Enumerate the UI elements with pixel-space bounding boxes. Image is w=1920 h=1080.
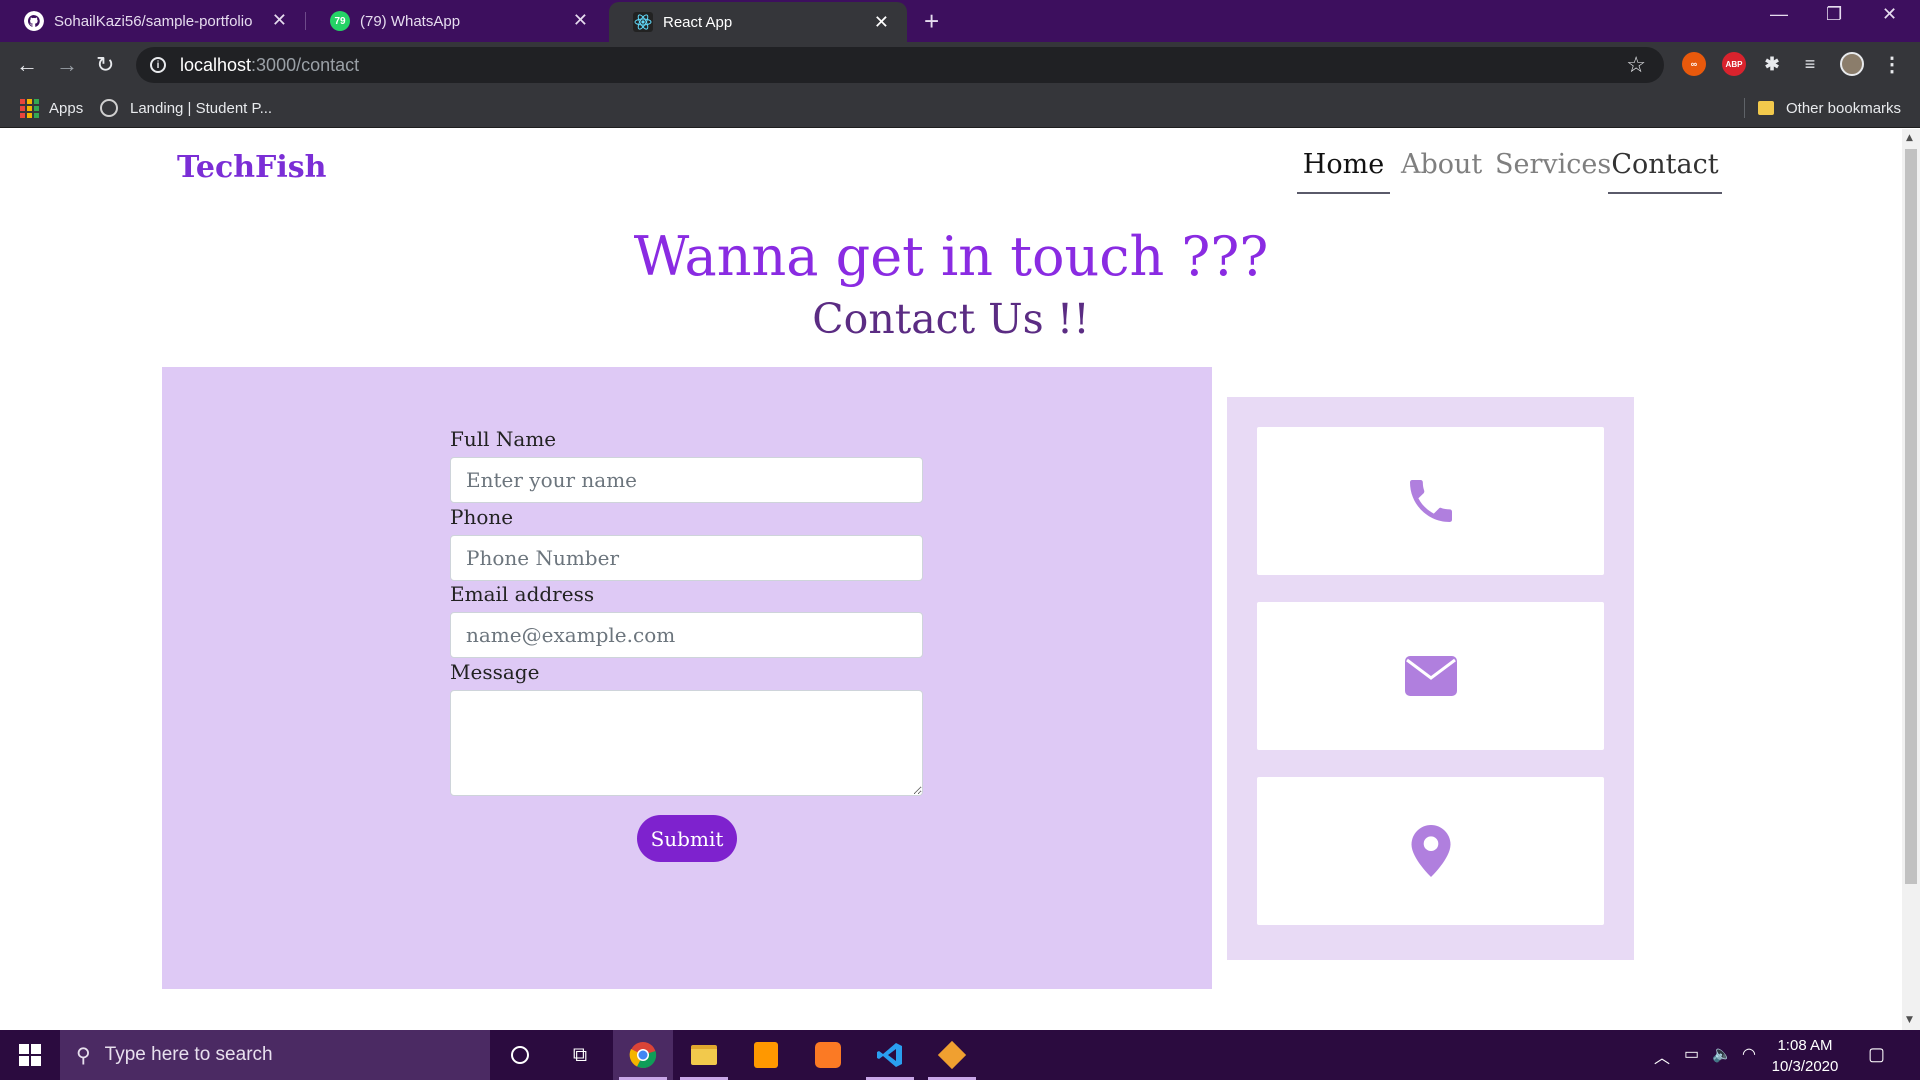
browser-tab-strip: SohailKazi56/sample-portfolio ✕ 79 (79) … bbox=[0, 0, 1920, 42]
volume-icon[interactable]: 🔈 bbox=[1712, 1044, 1732, 1064]
search-placeholder: Type here to search bbox=[104, 1044, 273, 1065]
minimize-icon[interactable]: — bbox=[1770, 4, 1788, 25]
cortana-icon[interactable] bbox=[490, 1030, 550, 1080]
close-window-icon[interactable]: ✕ bbox=[1882, 4, 1897, 25]
browser-toolbar: ← → ↻ i localhost:3000/contact ☆ ∞ ABP ✱… bbox=[0, 42, 1920, 88]
bookmark-label: Other bookmarks bbox=[1786, 99, 1902, 117]
task-view-icon[interactable]: ⧉ bbox=[550, 1030, 610, 1080]
infinity-extension-icon[interactable]: ∞ bbox=[1682, 52, 1706, 76]
new-tab-icon[interactable]: + bbox=[924, 6, 939, 37]
page-subheading: Contact Us !! bbox=[812, 295, 1090, 343]
reload-icon[interactable]: ↻ bbox=[96, 52, 114, 78]
taskbar-search[interactable]: ⚲ Type here to search bbox=[60, 1030, 490, 1080]
bookmark-divider bbox=[1744, 98, 1745, 118]
bookmark-landing[interactable]: Landing | Student P... bbox=[100, 88, 272, 128]
close-tab-icon[interactable]: ✕ bbox=[573, 10, 588, 31]
bookmarks-bar: Apps Landing | Student P... Other bookma… bbox=[0, 88, 1920, 128]
scroll-down-icon[interactable]: ▼ bbox=[1906, 1015, 1913, 1025]
tab-whatsapp[interactable]: 79 (79) WhatsApp ✕ bbox=[306, 0, 606, 42]
back-arrow-icon[interactable]: ← bbox=[16, 52, 38, 78]
taskbar-clock[interactable]: 1:08 AM 10/3/2020 bbox=[1760, 1035, 1850, 1077]
bookmark-apps[interactable]: Apps bbox=[20, 88, 83, 128]
email-input[interactable] bbox=[450, 612, 923, 658]
restore-icon[interactable]: ❐ bbox=[1826, 4, 1842, 25]
puzzle-extensions-icon[interactable]: ✱ bbox=[1760, 52, 1784, 76]
show-hidden-icons-icon[interactable]: ︿ bbox=[1654, 1044, 1670, 1068]
folder-icon bbox=[1758, 101, 1774, 115]
tab-title: SohailKazi56/sample-portfolio bbox=[54, 12, 253, 30]
phone-label: Phone bbox=[450, 505, 514, 529]
windows-taskbar: ⚲ Type here to search ⧉ ︿ ▭ 🔈 ◠ 1:08 AM … bbox=[0, 1030, 1920, 1080]
menu-kebab-icon[interactable]: ⋮ bbox=[1880, 52, 1904, 76]
clock-time: 1:08 AM bbox=[1777, 1037, 1833, 1054]
git-icon[interactable] bbox=[922, 1030, 982, 1080]
contact-info-panel bbox=[1227, 397, 1634, 960]
github-icon bbox=[24, 11, 44, 31]
globe-icon bbox=[100, 99, 118, 117]
tab-react-app[interactable]: React App ✕ bbox=[609, 2, 907, 42]
avatar[interactable] bbox=[1840, 52, 1864, 76]
wifi-icon[interactable]: ◠ bbox=[1742, 1044, 1756, 1064]
full-name-label: Full Name bbox=[450, 427, 557, 451]
address-bar[interactable]: i localhost:3000/contact ☆ bbox=[136, 47, 1664, 83]
forward-arrow-icon[interactable]: → bbox=[56, 52, 78, 78]
contact-form-panel: Full Name Phone Email address Message Su… bbox=[162, 367, 1212, 989]
file-explorer-icon[interactable] bbox=[674, 1030, 734, 1080]
bookmark-star-icon[interactable]: ☆ bbox=[1626, 52, 1646, 78]
bookmark-label: Landing | Student P... bbox=[130, 99, 273, 117]
sublime-text-icon[interactable] bbox=[736, 1030, 796, 1080]
react-icon bbox=[633, 12, 653, 32]
tab-github[interactable]: SohailKazi56/sample-portfolio ✕ bbox=[0, 0, 305, 42]
bookmark-other[interactable]: Other bookmarks bbox=[1758, 88, 1901, 128]
message-textarea[interactable] bbox=[450, 690, 923, 796]
location-card bbox=[1257, 777, 1604, 925]
close-tab-icon[interactable]: ✕ bbox=[272, 10, 287, 31]
url-path: :3000/contact bbox=[251, 54, 360, 75]
whatsapp-icon: 79 bbox=[330, 11, 350, 31]
scroll-thumb[interactable] bbox=[1905, 149, 1917, 884]
tab-title: (79) WhatsApp bbox=[360, 12, 461, 30]
xampp-icon[interactable] bbox=[798, 1030, 858, 1080]
message-label: Message bbox=[450, 660, 540, 684]
url-host: localhost bbox=[180, 54, 252, 75]
chrome-taskbar-icon[interactable] bbox=[613, 1030, 673, 1080]
apps-grid-icon bbox=[20, 98, 39, 118]
close-tab-icon[interactable]: ✕ bbox=[874, 12, 889, 33]
tab-title: React App bbox=[663, 13, 733, 31]
email-label: Email address bbox=[450, 582, 595, 606]
nav-about[interactable]: About bbox=[1401, 149, 1482, 192]
battery-icon[interactable]: ▭ bbox=[1684, 1044, 1699, 1064]
adblock-plus-icon[interactable]: ABP bbox=[1722, 52, 1746, 76]
phone-icon bbox=[1409, 480, 1452, 522]
vscode-icon[interactable] bbox=[860, 1030, 920, 1080]
phone-card bbox=[1257, 427, 1604, 575]
bookmark-label: Apps bbox=[49, 99, 84, 117]
nav-contact[interactable]: Contact bbox=[1608, 149, 1722, 194]
clock-date: 10/3/2020 bbox=[1771, 1058, 1839, 1075]
windows-start-icon[interactable] bbox=[0, 1030, 60, 1080]
full-name-input[interactable] bbox=[450, 457, 923, 503]
email-card bbox=[1257, 602, 1604, 750]
page-headline: Wanna get in touch ??? bbox=[633, 225, 1269, 288]
nav-services[interactable]: Services bbox=[1495, 149, 1611, 192]
map-pin-icon bbox=[1411, 825, 1450, 877]
submit-button[interactable]: Submit bbox=[637, 815, 737, 862]
phone-input[interactable] bbox=[450, 535, 923, 581]
site-brand[interactable]: TechFish bbox=[177, 150, 326, 185]
search-icon: ⚲ bbox=[76, 1044, 91, 1067]
notification-center-icon[interactable]: ▢ bbox=[1868, 1044, 1885, 1065]
scroll-up-icon[interactable]: ▲ bbox=[1906, 133, 1913, 143]
page-scrollbar[interactable]: ▲ ▼ bbox=[1902, 129, 1920, 1030]
media-control-icon[interactable]: ≡ bbox=[1798, 52, 1822, 76]
page-viewport: TechFish Home About Services Contact Wan… bbox=[0, 129, 1902, 1030]
nav-home[interactable]: Home bbox=[1297, 149, 1390, 194]
info-icon[interactable]: i bbox=[150, 57, 166, 73]
envelope-icon bbox=[1404, 656, 1457, 696]
